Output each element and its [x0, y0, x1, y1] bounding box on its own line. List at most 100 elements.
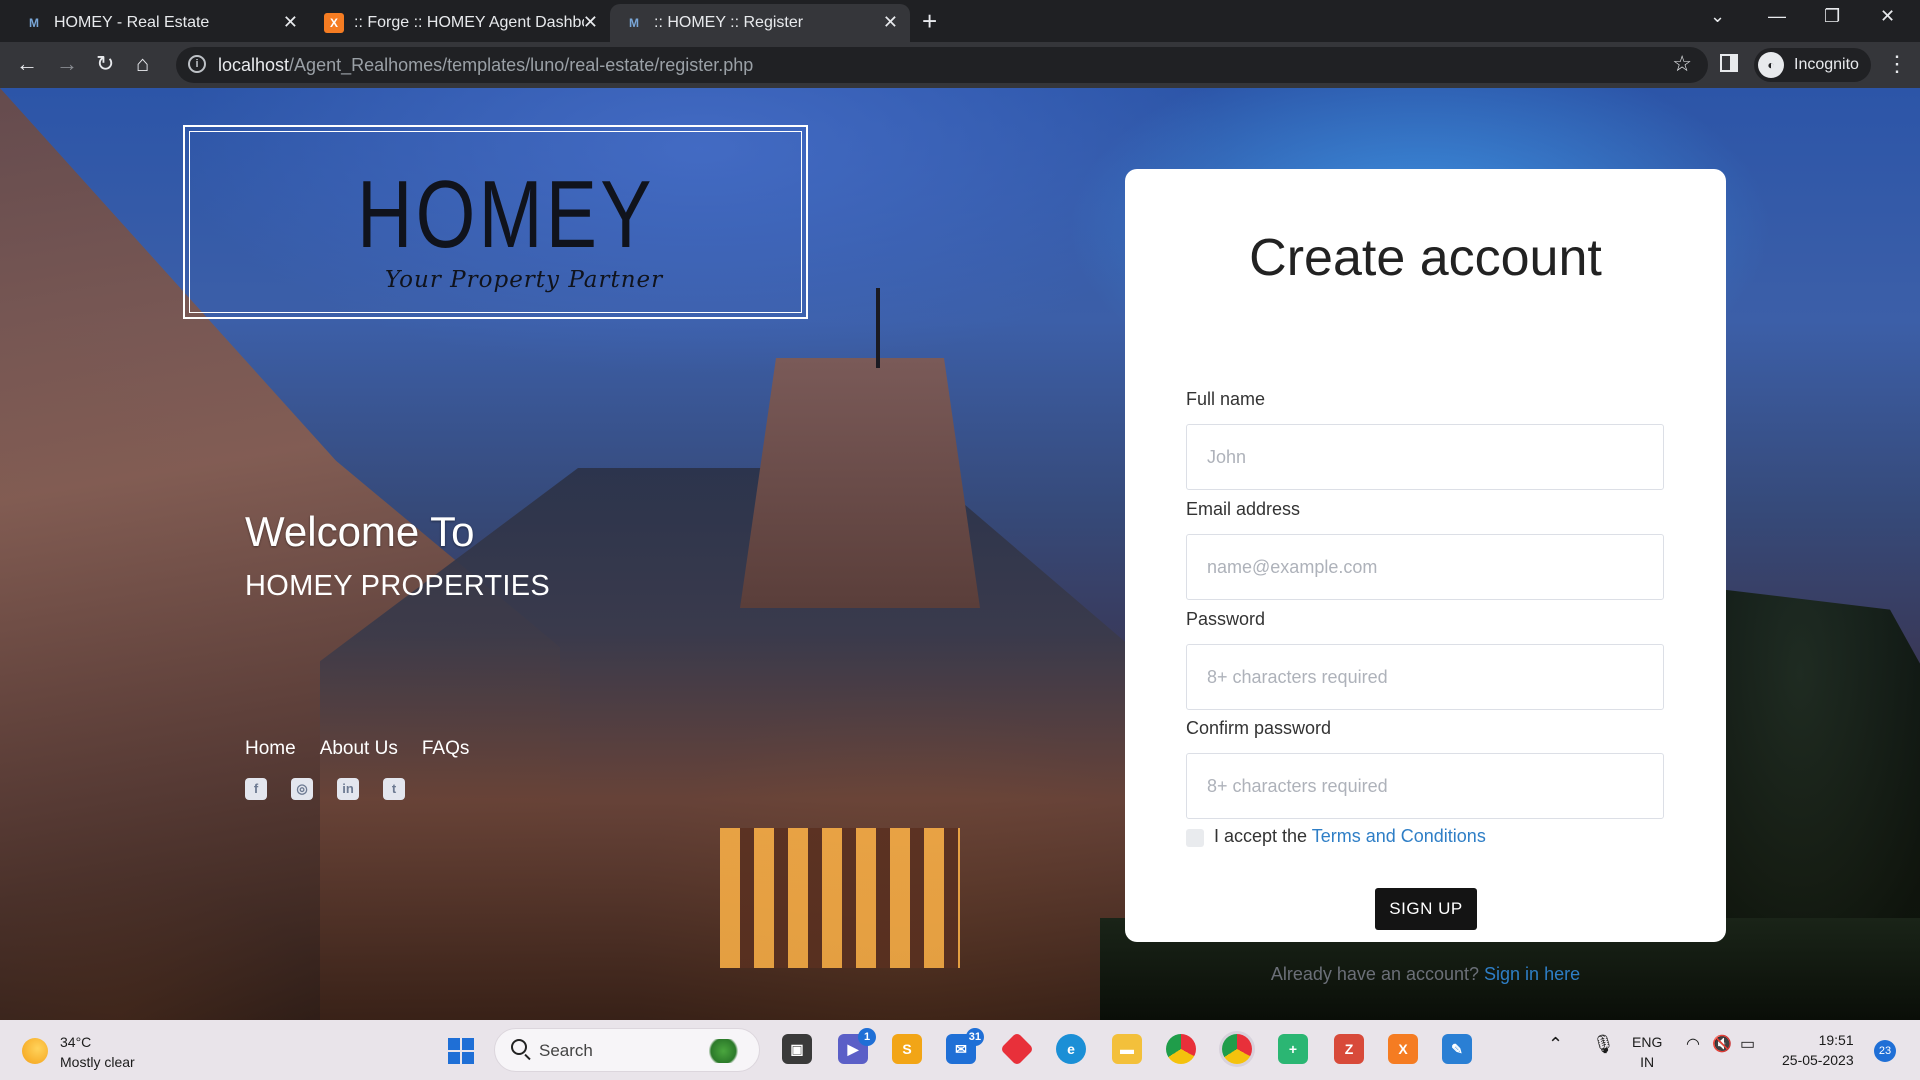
- homey-favicon-icon: M: [29, 16, 39, 30]
- profile-label: Incognito: [1794, 56, 1859, 73]
- twitter-icon[interactable]: t: [383, 778, 405, 800]
- back-icon[interactable]: ←: [16, 52, 38, 76]
- side-panel-icon[interactable]: [1720, 54, 1738, 72]
- tab-title: HOMEY - Real Estate: [54, 14, 210, 31]
- language-indicator[interactable]: ENG IN: [1632, 1032, 1662, 1072]
- homey-favicon-icon: M: [629, 16, 639, 30]
- chrome-icon[interactable]: [1166, 1034, 1196, 1064]
- minimize-icon[interactable]: —: [1768, 6, 1786, 27]
- region-code: IN: [1640, 1054, 1655, 1070]
- nav-faqs-link[interactable]: FAQs: [422, 738, 470, 760]
- confirm-password-label: Confirm password: [1186, 718, 1332, 738]
- github-icon[interactable]: ◎: [291, 778, 313, 800]
- game-launcher-icon[interactable]: +: [1278, 1034, 1308, 1064]
- language-code: ENG: [1632, 1034, 1663, 1050]
- home-icon[interactable]: ⌂: [136, 52, 149, 76]
- taskbar-search[interactable]: Search: [494, 1028, 760, 1072]
- full-name-input[interactable]: [1186, 424, 1664, 490]
- weather-sun-icon: [22, 1038, 48, 1064]
- tab-homey-register[interactable]: M :: HOMEY :: Register ✕: [610, 4, 910, 42]
- file-explorer-icon[interactable]: ▬: [1112, 1034, 1142, 1064]
- mail-icon[interactable]: ✉ 31: [946, 1028, 984, 1064]
- task-view-icon[interactable]: ▣: [782, 1034, 812, 1064]
- chrome-incognito-icon[interactable]: [1222, 1034, 1252, 1064]
- start-button-icon[interactable]: [448, 1038, 474, 1064]
- edge-browser-icon[interactable]: e: [1056, 1034, 1086, 1064]
- terms-prefix: I accept the: [1214, 826, 1312, 846]
- show-hidden-icons-chevron-icon[interactable]: ⌃: [1548, 1034, 1563, 1055]
- welcome-heading: Welcome To: [245, 508, 475, 555]
- filezilla-icon[interactable]: Z: [1334, 1034, 1364, 1064]
- close-tab-icon[interactable]: ✕: [583, 12, 598, 33]
- sign-up-button[interactable]: SIGN UP: [1375, 888, 1477, 930]
- sign-in-prefix: Already have an account?: [1270, 964, 1485, 984]
- background-lit-windows: [720, 828, 960, 968]
- xampp-favicon-icon: X: [324, 13, 344, 33]
- homey-logo[interactable]: HOMEY Your Property Partner: [183, 125, 808, 319]
- tab-title: :: HOMEY :: Register: [654, 14, 804, 31]
- linkedin-icon[interactable]: in: [337, 778, 359, 800]
- nav-home-link[interactable]: Home: [245, 738, 296, 760]
- browser-menu-icon[interactable]: ⋮: [1886, 51, 1908, 77]
- address-bar[interactable]: i localhost/Agent_Realhomes/templates/lu…: [176, 47, 1708, 83]
- close-tab-icon[interactable]: ✕: [883, 12, 898, 33]
- teams-badge: 1: [858, 1028, 876, 1046]
- notification-count-badge[interactable]: 23: [1874, 1040, 1896, 1062]
- url-text[interactable]: localhost/Agent_Realhomes/templates/luno…: [218, 55, 753, 76]
- new-tab-icon[interactable]: +: [922, 6, 937, 37]
- incognito-profile-button[interactable]: ◐ Incognito: [1754, 48, 1871, 82]
- tab-homey-real-estate[interactable]: M HOMEY - Real Estate ✕: [10, 4, 310, 42]
- teams-chat-icon[interactable]: ▶ 1: [838, 1028, 876, 1064]
- background-tower: [740, 358, 980, 608]
- email-input[interactable]: [1186, 534, 1664, 600]
- battery-icon[interactable]: ▭: [1740, 1034, 1755, 1054]
- site-info-icon[interactable]: i: [188, 55, 206, 73]
- terms-link[interactable]: Terms and Conditions: [1312, 826, 1486, 846]
- bookmark-star-icon[interactable]: ☆: [1672, 51, 1692, 77]
- forward-icon[interactable]: →: [56, 52, 78, 76]
- close-tab-icon[interactable]: ✕: [283, 12, 298, 33]
- tab-forge-dashboard[interactable]: X :: Forge :: HOMEY Agent Dashboard ✕: [310, 4, 610, 42]
- tab-title: :: Forge :: HOMEY Agent Dashboard: [354, 14, 584, 31]
- diamond-app-icon[interactable]: [1000, 1032, 1034, 1066]
- incognito-icon: ◐: [1758, 52, 1784, 78]
- browser-toolbar: ← → ↻ ⌂ i localhost/Agent_Realhomes/temp…: [0, 42, 1920, 88]
- close-window-icon[interactable]: ✕: [1880, 6, 1895, 27]
- windows-taskbar: 34°C Mostly clear Search ▣ ▶ 1 S ✉ 31 e ▬ …: [0, 1020, 1920, 1080]
- password-input[interactable]: [1186, 644, 1664, 710]
- tab-search-chevron-icon[interactable]: ⌄: [1710, 6, 1725, 27]
- sign-in-link[interactable]: Sign in here: [1484, 964, 1580, 984]
- url-host: localhost: [218, 55, 290, 75]
- sign-in-prompt: Already have an account? Sign in here: [1125, 964, 1726, 985]
- facebook-icon[interactable]: f: [245, 778, 267, 800]
- temperature: 34°C: [60, 1034, 92, 1050]
- page-background: HOMEY Your Property Partner Welcome To H…: [0, 88, 1920, 1020]
- search-icon: [511, 1039, 527, 1055]
- password-label: Password: [1186, 609, 1266, 629]
- terms-checkbox[interactable]: [1186, 829, 1204, 847]
- social-links: f ◎ in t: [245, 778, 405, 800]
- restore-icon[interactable]: ❐: [1824, 6, 1840, 27]
- nav-about-link[interactable]: About Us: [320, 738, 398, 760]
- hero-nav: Home About Us FAQs: [245, 738, 469, 760]
- microphone-icon[interactable]: 🎙: [1592, 1034, 1615, 1055]
- reload-icon[interactable]: ↻: [96, 52, 114, 76]
- terms-text: I accept the Terms and Conditions: [1214, 826, 1486, 847]
- wifi-icon[interactable]: ◠: [1686, 1034, 1700, 1054]
- confirm-password-input[interactable]: [1186, 753, 1664, 819]
- clock-date: 25-05-2023: [1782, 1052, 1854, 1068]
- form-title: Create account: [1249, 229, 1602, 287]
- search-label: Search: [539, 1041, 593, 1060]
- sublime-text-icon[interactable]: S: [892, 1034, 922, 1064]
- weather-widget[interactable]: 34°C Mostly clear: [22, 1032, 135, 1072]
- speaker-muted-icon[interactable]: 🔇: [1712, 1034, 1732, 1054]
- paint-app-icon[interactable]: ✎: [1442, 1034, 1472, 1064]
- email-label: Email address: [1186, 499, 1301, 519]
- xampp-icon[interactable]: X: [1388, 1034, 1418, 1064]
- url-path: /Agent_Realhomes/templates/luno/real-est…: [289, 55, 754, 75]
- mail-badge: 31: [965, 1028, 984, 1046]
- full-name-label: Full name: [1186, 389, 1266, 409]
- weather-condition: Mostly clear: [60, 1054, 135, 1070]
- clock[interactable]: 19:51 25-05-2023: [1782, 1030, 1854, 1070]
- search-highlight-art-icon: [709, 1039, 745, 1063]
